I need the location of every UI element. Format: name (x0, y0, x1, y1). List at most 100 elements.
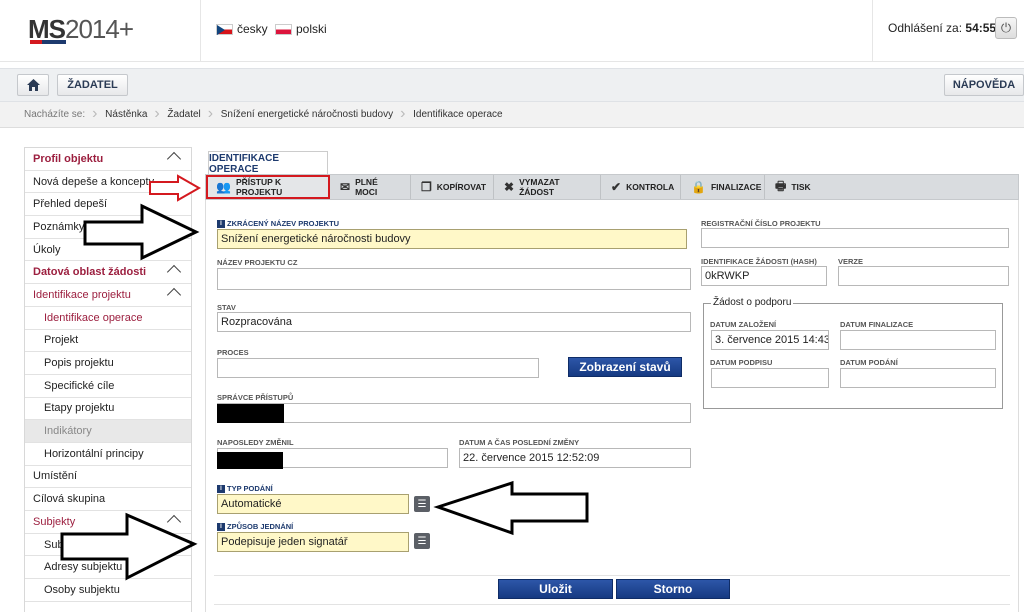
sidebar-item-project-description[interactable]: Popis projektu (25, 352, 191, 375)
lang-czech[interactable]: česky (216, 22, 268, 36)
save-button[interactable]: Uložit (498, 579, 613, 599)
breadcrumb-item[interactable]: Snížení energetické náročnosti budovy (208, 105, 403, 123)
reg-number-label: REGISTRAČNÍ ČÍSLO PROJEKTU (701, 219, 821, 228)
redacted-block (217, 452, 283, 469)
print-button[interactable]: 🖶 TISK (765, 175, 817, 199)
sidebar-item-project[interactable]: Projekt (25, 330, 191, 353)
sidebar-item-tasks[interactable]: Úkoly (25, 239, 191, 262)
printer-icon: 🖶 (775, 178, 787, 193)
finalize-label: FINALIZACE (710, 182, 762, 192)
sidebar-item-data-area[interactable]: Datová oblast žádosti (25, 261, 191, 285)
power-icon[interactable]: ⏻ (995, 17, 1017, 39)
sign-date-field (711, 368, 829, 388)
nav-bar: ŽADATEL NÁPOVĚDA (0, 68, 1024, 102)
lang-polish[interactable]: polski (275, 22, 327, 36)
sidebar-item-specific-goals[interactable]: Specifické cíle (25, 375, 191, 398)
tab-operation-identification[interactable]: IDENTIFIKACE OPERACE (208, 151, 328, 175)
short-name-field[interactable]: Snížení energetické náročnosti budovy (217, 229, 687, 249)
copy-label: KOPÍROVAT (436, 182, 487, 192)
reg-number-field (701, 228, 1009, 248)
sidebar-item-indicators: Indikátory (25, 420, 191, 443)
home-button[interactable] (17, 74, 49, 96)
sidebar-item-target-group[interactable]: Cílová skupina (25, 488, 191, 511)
access-button-label: PŘÍSTUP K PROJEKTU (235, 177, 283, 197)
submit-date-label: DATUM PODÁNÍ (840, 358, 898, 367)
submit-date-field (840, 368, 996, 388)
chevron-up-icon (166, 151, 182, 167)
breadcrumb-prefix: Nacházíte se: (24, 109, 86, 120)
sidebar-item-location[interactable]: Umístění (25, 466, 191, 489)
sidebar-item-profile[interactable]: Profil objektu (25, 148, 191, 171)
sidebar-item-project-identification[interactable]: Identifikace projektu (25, 284, 191, 307)
lang-czech-label: česky (237, 22, 268, 36)
logout-timer: Odhlášení za: 54:55 (888, 21, 997, 35)
copy-icon: ❐ (421, 180, 432, 194)
list-icon[interactable]: ☰ (414, 533, 430, 549)
delete-icon: ✖ (504, 180, 515, 194)
access-button[interactable]: 👥 PŘÍSTUP K PROJEKTU (206, 175, 330, 199)
last-change-date-label: DATUM A ČAS POSLEDNÍ ZMĚNY (459, 438, 580, 447)
status-label: STAV (217, 303, 236, 312)
cancel-button[interactable]: Storno (616, 579, 730, 599)
list-icon[interactable]: ☰ (414, 496, 430, 512)
sidebar-item-horizontal-principles[interactable]: Horizontální principy (25, 443, 191, 466)
people-icon: 👥 (216, 180, 231, 194)
check-label: KONTROLA (626, 182, 675, 192)
sidebar-item-notes[interactable]: Poznámky (25, 216, 191, 239)
check-button[interactable]: ✔ KONTROLA (601, 175, 681, 199)
sign-date-label: DATUM PODPISU (710, 358, 773, 367)
delete-label: VYMAZAT ŽÁDOST (519, 177, 560, 197)
status-field: Rozpracována (217, 312, 691, 332)
breadcrumb: Nacházíte se: Nástěnka Žadatel Snížení e… (0, 102, 1024, 128)
access-admin-label: SPRÁVCE PŘÍSTUPŮ (217, 393, 294, 402)
sidebar-item-project-subjects[interactable]: Subjekty projektu (25, 534, 191, 557)
name-cz-field[interactable] (217, 268, 691, 290)
form-area: i ZKRÁCENÝ NÁZEV PROJEKTU Snížení energet… (205, 200, 1019, 612)
divider (214, 604, 1010, 605)
applicant-button[interactable]: ŽADATEL (57, 74, 128, 96)
sidebar-item-subjects[interactable]: Subjekty (25, 511, 191, 534)
hash-label: IDENTIFIKACE ŽÁDOSTI (HASH) (701, 257, 817, 266)
sidebar-item-subject-persons[interactable]: Osoby subjektu (25, 579, 191, 602)
breadcrumb-item[interactable]: Nástěnka (92, 105, 157, 123)
process-field (217, 358, 539, 378)
sidebar-item-new-message[interactable]: Nová depeše a koncepty (25, 171, 191, 194)
chevron-up-icon (166, 288, 182, 303)
version-label: VERZE (838, 257, 864, 266)
sidebar-item-subject-addresses[interactable]: Adresy subjektu (25, 556, 191, 580)
chevron-up-icon (166, 514, 182, 530)
breadcrumb-item[interactable]: Žadatel (154, 105, 210, 123)
submission-type-label: i TYP PODÁNÍ (217, 484, 273, 494)
show-states-button[interactable]: Zobrazení stavů (568, 357, 682, 377)
sidebar-item-operation-identification[interactable]: Identifikace operace (25, 307, 191, 330)
final-date-field (840, 330, 996, 350)
sidebar: Profil objektu Nová depeše a koncepty Př… (24, 147, 192, 612)
process-label: PROCES (217, 348, 249, 357)
finalize-button[interactable]: 🔒 FINALIZACE (681, 175, 765, 199)
delete-button[interactable]: ✖ VYMAZAT ŽÁDOST (494, 175, 601, 199)
lock-icon: 🔒 (691, 180, 706, 194)
hash-field: 0kRWKP (701, 266, 827, 286)
copy-button[interactable]: ❐ KOPÍROVAT (411, 175, 494, 199)
home-icon (26, 79, 40, 91)
last-changed-by-label: NAPOSLEDY ZMĚNIL (217, 438, 294, 447)
last-change-date-field: 22. července 2015 12:52:09 (459, 448, 691, 468)
pl-flag-icon (275, 23, 292, 35)
request-fieldset-legend: Žádost o podporu (711, 297, 794, 308)
header-divider (200, 0, 201, 62)
lang-polish-label: polski (296, 22, 327, 36)
redacted-block (217, 404, 284, 423)
submission-type-field[interactable]: Automatické (217, 494, 409, 514)
divider (214, 575, 1010, 576)
required-icon: i (217, 523, 225, 532)
sidebar-item-stages[interactable]: Etapy projektu (25, 398, 191, 421)
help-button[interactable]: NÁPOVĚDA (944, 74, 1024, 96)
required-icon: i (217, 220, 225, 229)
final-date-label: DATUM FINALIZACE (840, 320, 914, 329)
signing-mode-field[interactable]: Podepisuje jeden signatář (217, 532, 409, 552)
sidebar-item-messages[interactable]: Přehled depeší (25, 193, 191, 217)
chevron-up-icon (166, 265, 182, 280)
access-admin-field (217, 403, 691, 423)
power-of-attorney-button[interactable]: ✉ PLNÉ MOCI (330, 175, 411, 199)
action-toolbar: 👥 PŘÍSTUP K PROJEKTU ✉ PLNÉ MOCI ❐ KOPÍR… (205, 174, 1019, 200)
